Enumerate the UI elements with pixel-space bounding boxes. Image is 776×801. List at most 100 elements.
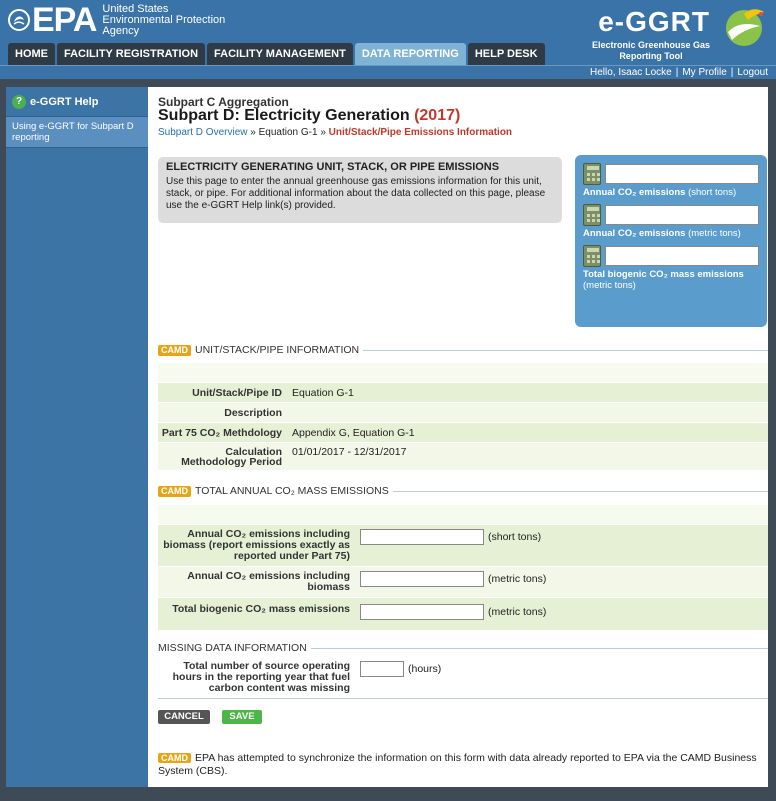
calc-item-metric-tons: Annual CO₂ emissions (metric tons): [583, 204, 759, 239]
tab-home[interactable]: HOME: [8, 43, 55, 65]
unit-label: (short tons): [488, 531, 542, 543]
breadcrumb-separator: »: [247, 127, 259, 138]
main-content: Subpart C Aggregation Subpart D: Electri…: [148, 87, 768, 787]
calculator-icon[interactable]: [583, 204, 601, 226]
eggrt-subtitle: Electronic Greenhouse Gas Reporting Tool: [592, 40, 710, 62]
unit-label: (metric tons): [488, 606, 547, 618]
info-value: 01/01/2017 - 12/31/2017: [292, 446, 407, 458]
help-question-icon: ?: [12, 94, 26, 109]
calc-co2-short-tons-output[interactable]: [605, 164, 759, 184]
info-label: Description: [224, 406, 282, 419]
calc-item-biogenic: Total biogenic CO₂ mass emissions (metric…: [583, 245, 759, 291]
form-row-spacer: [158, 505, 768, 525]
info-row: Description: [158, 403, 768, 423]
tab-facility-registration[interactable]: FACILITY REGISTRATION: [57, 43, 206, 65]
calculator-panel: Annual CO₂ emissions (short tons) Annual…: [575, 155, 767, 327]
calc-biogenic-output[interactable]: [605, 246, 759, 266]
section-missing-header: MISSING DATA INFORMATION: [158, 642, 768, 654]
tab-data-reporting[interactable]: DATA REPORTING: [354, 43, 466, 65]
main-nav: HOME FACILITY REGISTRATION FACILITY MANA…: [8, 43, 545, 65]
section-unit-info-header: CAMD UNIT/STACK/PIPE INFORMATION: [158, 344, 768, 356]
missing-data-table: Total number of source operating hours i…: [158, 657, 768, 699]
field-label: Annual CO₂ emissions including biomass: [187, 570, 350, 593]
section-total-header: CAMD TOTAL ANNUAL CO₂ MASS EMISSIONS: [158, 485, 768, 497]
help-header[interactable]: ? e-GGRT Help: [6, 87, 148, 117]
user-greeting: Hello, Isaac Locke: [590, 67, 672, 78]
help-link-subpart-d[interactable]: Using e-GGRT for Subpart D reporting: [6, 117, 148, 148]
form-row: Total biogenic CO₂ mass emissions (metri…: [158, 598, 768, 631]
section-title: TOTAL ANNUAL CO₂ MASS EMISSIONS: [195, 485, 389, 497]
breadcrumb-overview-link[interactable]: Subpart D Overview: [158, 127, 247, 138]
info-row-spacer: [158, 363, 768, 383]
camd-badge: CAMD: [158, 344, 191, 356]
epa-wordmark: EPA: [32, 1, 97, 39]
field-label: Annual CO₂ emissions including biomass (…: [163, 528, 350, 562]
breadcrumb-separator: »: [317, 127, 329, 138]
calc-co2-metric-tons-output[interactable]: [605, 205, 759, 225]
help-title: e-GGRT Help: [30, 95, 99, 108]
section-divider: [392, 490, 768, 492]
section-title: UNIT/STACK/PIPE INFORMATION: [195, 344, 360, 356]
form-row: Annual CO₂ emissions including biomass (…: [158, 525, 768, 567]
agency-line-1: United States: [102, 2, 169, 15]
user-links: Hello, Isaac Locke | My Profile | Logout: [590, 67, 768, 78]
camd-sync-note: CAMD EPA has attempted to synchronize the…: [158, 752, 764, 778]
unit-label: (metric tons): [488, 573, 547, 585]
page-info-box: ELECTRICITY GENERATING UNIT, STACK, OR P…: [158, 157, 562, 223]
epa-seal-icon: [8, 9, 30, 31]
info-box-heading: ELECTRICITY GENERATING UNIT, STACK, OR P…: [166, 161, 500, 173]
calculator-icon[interactable]: [583, 245, 601, 267]
info-label: Calculation Methodology Period: [181, 445, 282, 468]
logout-link[interactable]: Logout: [737, 67, 768, 78]
co2-short-tons-input[interactable]: [360, 529, 484, 545]
info-value: Equation G-1: [292, 386, 354, 399]
info-row: Unit/Stack/Pipe ID Equation G-1: [158, 383, 768, 403]
eggrt-subtitle-line-1: Electronic Greenhouse Gas: [591, 40, 710, 50]
reporting-year: (2017): [414, 107, 461, 124]
eggrt-logo: e-GGRT Electronic Greenhouse Gas Reporti…: [588, 4, 768, 62]
form-row: Total number of source operating hours i…: [158, 657, 768, 699]
save-button[interactable]: SAVE: [222, 710, 262, 724]
unit-info-table: Unit/Stack/Pipe ID Equation G-1 Descript…: [158, 363, 768, 471]
section-divider: [310, 647, 768, 649]
unit-label: (hours): [408, 663, 442, 675]
page-footer-bar: [0, 787, 776, 801]
breadcrumb-current: Unit/Stack/Pipe Emissions Information: [328, 127, 513, 138]
calc-label: Annual CO₂ emissions (short tons): [583, 187, 737, 198]
calculator-icon[interactable]: [583, 163, 601, 185]
info-label: Part 75 CO₂ Methdology: [161, 426, 282, 439]
eggrt-subtitle-line-2: Reporting Tool: [619, 51, 683, 61]
epa-logo[interactable]: EPA United States Environmental Protecti…: [8, 2, 225, 38]
total-emissions-table: Annual CO₂ emissions including biomass (…: [158, 505, 768, 631]
site-header: EPA United States Environmental Protecti…: [0, 0, 776, 65]
sync-note-text: EPA has attempted to synchronize the inf…: [158, 752, 757, 777]
biogenic-co2-input[interactable]: [360, 604, 484, 620]
breadcrumb-equation: Equation G-1: [258, 127, 318, 138]
tab-help-desk[interactable]: HELP DESK: [467, 43, 545, 65]
section-title: MISSING DATA INFORMATION: [158, 642, 307, 654]
info-value: Appendix G, Equation G-1: [292, 426, 415, 439]
agency-line-3: Agency: [102, 24, 140, 37]
form-row: Annual CO₂ emissions including biomass (…: [158, 567, 768, 598]
section-divider: [363, 349, 768, 351]
tab-facility-management[interactable]: FACILITY MANAGEMENT: [207, 43, 353, 65]
info-row: Part 75 CO₂ Methdology Appendix G, Equat…: [158, 423, 768, 443]
camd-badge: CAMD: [158, 753, 191, 763]
info-row: Calculation Methodology Period 01/01/201…: [158, 443, 768, 471]
field-label: Total biogenic CO₂ mass emissions: [172, 603, 350, 615]
my-profile-link[interactable]: My Profile: [682, 67, 726, 78]
field-label: Total number of source operating hours i…: [172, 660, 350, 694]
earth-bird-icon: [726, 9, 764, 46]
calc-label: Total biogenic CO₂ mass emissions (metric…: [583, 269, 744, 291]
info-label: Unit/Stack/Pipe ID: [192, 386, 282, 399]
page-title-text: Subpart D: Electricity Generation: [158, 107, 410, 124]
calc-item-short-tons: Annual CO₂ emissions (short tons): [583, 163, 759, 198]
user-bar: Hello, Isaac Locke | My Profile | Logout: [0, 65, 776, 79]
page-title: Subpart D: Electricity Generation (2017): [158, 107, 460, 125]
agency-line-2: Environmental Protection: [102, 13, 226, 26]
cancel-button[interactable]: CANCEL: [158, 710, 210, 724]
missing-hours-input[interactable]: [360, 661, 404, 677]
eggrt-title: e-GGRT: [598, 6, 710, 37]
agency-name: United States Environmental Protection A…: [102, 2, 226, 37]
co2-metric-tons-input[interactable]: [360, 571, 484, 587]
